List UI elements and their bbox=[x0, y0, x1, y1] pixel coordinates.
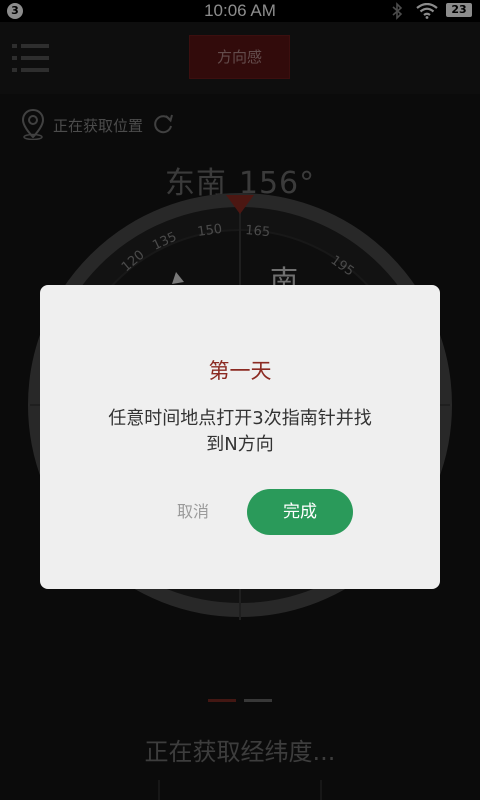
dialog-message: 任意时间地点打开3次指南针并找 到N方向 bbox=[90, 406, 390, 458]
dialog-message-line: 任意时间地点打开3次指南针并找 bbox=[108, 408, 372, 429]
dialog-title: 第一天 bbox=[208, 359, 272, 383]
task-dialog: 第一天 任意时间地点打开3次指南针并找 到N方向 取消 完成 bbox=[40, 285, 440, 589]
done-button[interactable]: 完成 bbox=[247, 489, 353, 535]
cancel-button[interactable]: 取消 bbox=[158, 498, 228, 526]
dialog-message-line: 到N方向 bbox=[206, 434, 274, 455]
